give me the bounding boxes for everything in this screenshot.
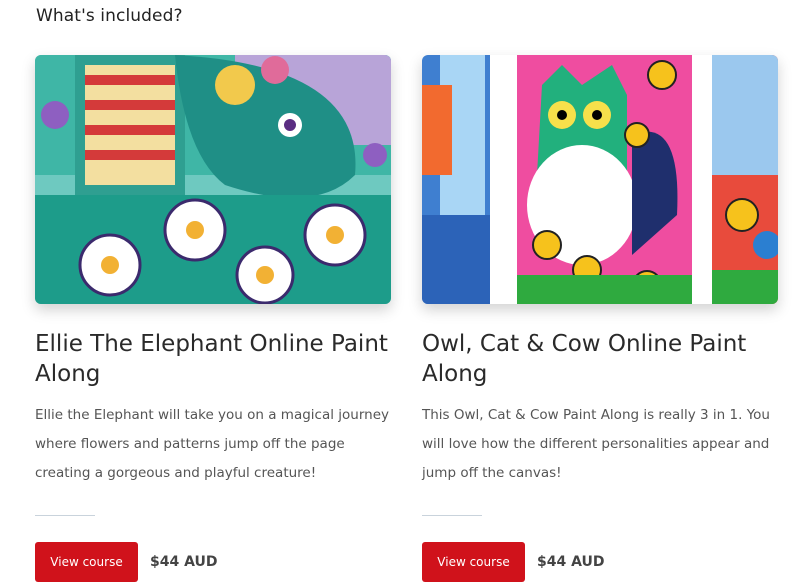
elephant-painting-illustration	[35, 55, 391, 304]
price: $44 AUD	[537, 554, 605, 570]
course-card-ellie: Ellie The Elephant Online Paint Along El…	[35, 55, 391, 582]
cta-row: View course $44 AUD	[35, 542, 218, 582]
course-description: Ellie the Elephant will take you on a ma…	[35, 407, 390, 481]
course-image-owl-cat-cow[interactable]	[422, 55, 778, 304]
course-title[interactable]: Owl, Cat & Cow Online Paint Along	[422, 329, 778, 389]
divider	[35, 515, 95, 516]
cta-row: View course $44 AUD	[422, 542, 605, 582]
course-title[interactable]: Ellie The Elephant Online Paint Along	[35, 329, 391, 389]
course-card-owl-cat-cow: Owl, Cat & Cow Online Paint Along This O…	[422, 55, 778, 582]
price: $44 AUD	[150, 554, 218, 570]
view-course-button[interactable]: View course	[35, 542, 138, 582]
owl-cat-cow-painting-illustration	[422, 55, 778, 304]
divider	[422, 515, 482, 516]
view-course-button[interactable]: View course	[422, 542, 525, 582]
course-image-elephant[interactable]	[35, 55, 391, 304]
section-heading: What's included?	[36, 6, 183, 26]
course-description: This Owl, Cat & Cow Paint Along is reall…	[422, 407, 770, 481]
